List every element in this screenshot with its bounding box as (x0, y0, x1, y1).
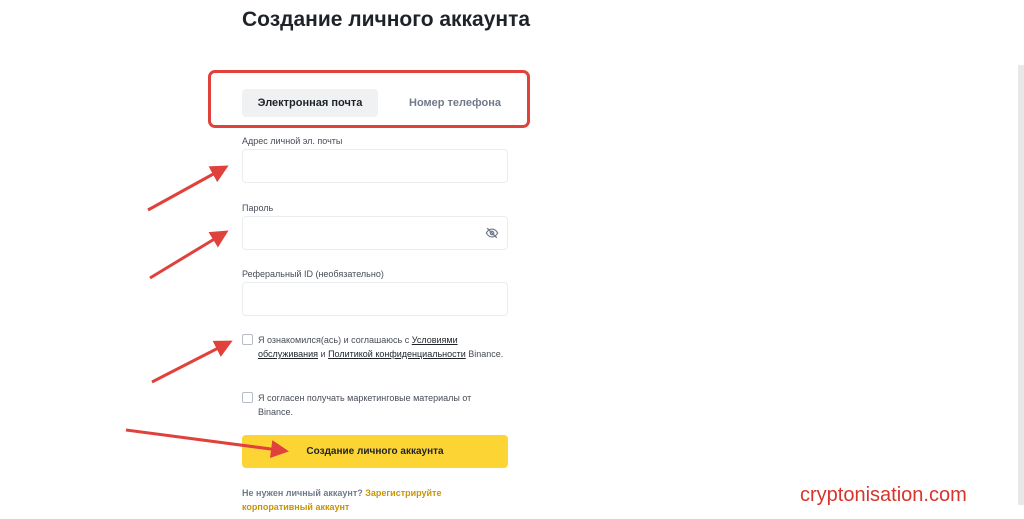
marketing-text: Я согласен получать маркетинговые матери… (258, 393, 472, 417)
terms-text: Я ознакомился(ась) и соглашаюсь с Услови… (258, 335, 504, 359)
scrollbar[interactable] (1018, 65, 1024, 505)
marketing-checkbox[interactable] (242, 392, 253, 403)
footer-text: Не нужен личный аккаунт? Зарегистрируйте… (242, 488, 442, 512)
referral-label: Реферальный ID (необязательно) (242, 269, 384, 279)
page-title: Создание личного аккаунта (242, 8, 531, 31)
referral-input[interactable] (242, 282, 508, 316)
password-input[interactable] (242, 216, 508, 250)
privacy-policy-link[interactable]: Политикой конфиденциальности (328, 349, 466, 359)
signup-page: Создание личного аккаунта Электронная по… (0, 0, 1024, 519)
create-account-button[interactable]: Создание личного аккаунта (242, 435, 508, 468)
password-label: Пароль (242, 203, 274, 213)
tab-phone[interactable]: Номер телефона (395, 89, 515, 117)
tab-email[interactable]: Электронная почта (242, 89, 378, 117)
terms-checkbox[interactable] (242, 334, 253, 345)
email-input[interactable] (242, 149, 508, 183)
watermark: cryptonisation.com (800, 484, 967, 506)
arrow-to-terms (151, 340, 233, 384)
eye-off-icon[interactable] (485, 226, 499, 240)
arrow-to-email (147, 165, 229, 212)
arrow-to-password (149, 230, 229, 280)
email-label: Адрес личной эл. почты (242, 136, 343, 146)
